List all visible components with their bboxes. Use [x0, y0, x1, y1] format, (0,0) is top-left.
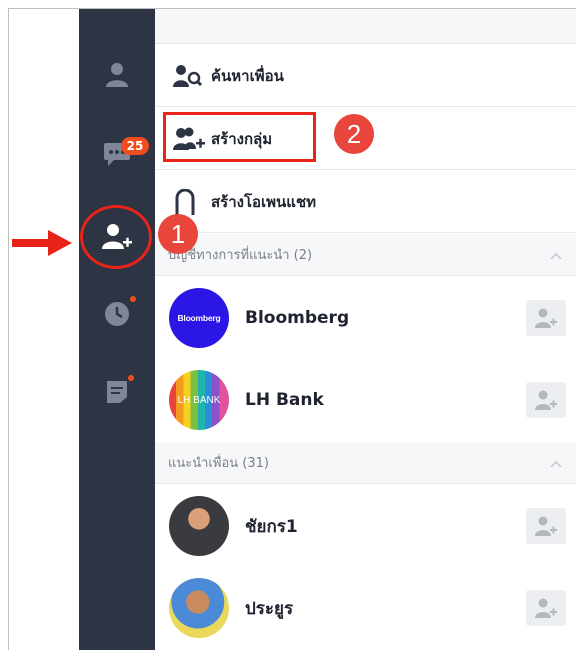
add-person-icon [535, 516, 557, 536]
step-1-marker: 1 [158, 214, 198, 254]
note-icon [107, 381, 127, 403]
sidebar-timeline-button[interactable] [79, 300, 155, 328]
account-name: LH Bank [245, 390, 324, 410]
friend-avatar [169, 496, 229, 556]
panel-header [155, 9, 576, 44]
timeline-notification-dot [130, 296, 136, 302]
search-friends-item[interactable]: ค้นหาเพื่อน [155, 45, 576, 107]
list-item[interactable]: Bloomberg Bloomberg [155, 277, 576, 359]
sidebar-notes-button[interactable] [79, 378, 155, 406]
arrow-right-icon [12, 230, 72, 256]
create-open-chat-item[interactable]: สร้างโอเพนแชท [155, 171, 576, 233]
add-friend-button[interactable] [526, 300, 566, 336]
open-chat-icon [173, 188, 211, 215]
account-name: Bloomberg [245, 308, 350, 328]
add-person-icon [535, 390, 557, 410]
lh-bank-avatar: LH BANK [169, 370, 229, 430]
create-open-chat-label: สร้างโอเพนแชท [211, 192, 317, 211]
person-icon [106, 63, 128, 87]
add-friend-panel: ค้นหาเพื่อน สร้างกลุ่ม สร้างโอเพนแชท บัญ… [155, 9, 576, 650]
notes-notification-dot [128, 375, 134, 381]
suggested-friends-header[interactable]: แนะนำเพื่อน (31) [155, 442, 576, 484]
friend-avatar [169, 578, 229, 638]
clock-icon [105, 302, 129, 326]
chat-count-badge: 25 [121, 137, 149, 155]
add-friend-button[interactable] [526, 508, 566, 544]
list-item[interactable]: ชัยกร1 [155, 485, 576, 567]
add-person-icon [535, 598, 557, 618]
friend-name: ประยูร [245, 598, 294, 619]
list-item[interactable]: LH BANK LH Bank [155, 359, 576, 441]
suggested-friends-title: แนะนำเพื่อน (31) [168, 456, 269, 471]
sidebar-friends-button[interactable] [79, 60, 155, 88]
step-2-marker: 2 [334, 114, 374, 154]
add-friend-button[interactable] [526, 590, 566, 626]
highlight-ring-add-friend [80, 205, 152, 269]
add-friend-button[interactable] [526, 382, 566, 418]
lh-bank-logo-text: LH BANK [177, 394, 221, 406]
add-person-icon [535, 308, 557, 328]
list-item[interactable]: ประยูร [155, 567, 576, 649]
chevron-up-icon [550, 453, 562, 472]
search-person-icon [173, 64, 211, 88]
search-friends-label: ค้นหาเพื่อน [211, 66, 284, 85]
chevron-up-icon [550, 245, 562, 264]
friend-name: ชัยกร1 [245, 516, 298, 537]
highlight-box-create-group [163, 112, 316, 162]
official-accounts-header[interactable]: บัญชีทางการที่แนะนำ (2) [155, 234, 576, 276]
sidebar [79, 9, 155, 650]
bloomberg-avatar: Bloomberg [169, 288, 229, 348]
